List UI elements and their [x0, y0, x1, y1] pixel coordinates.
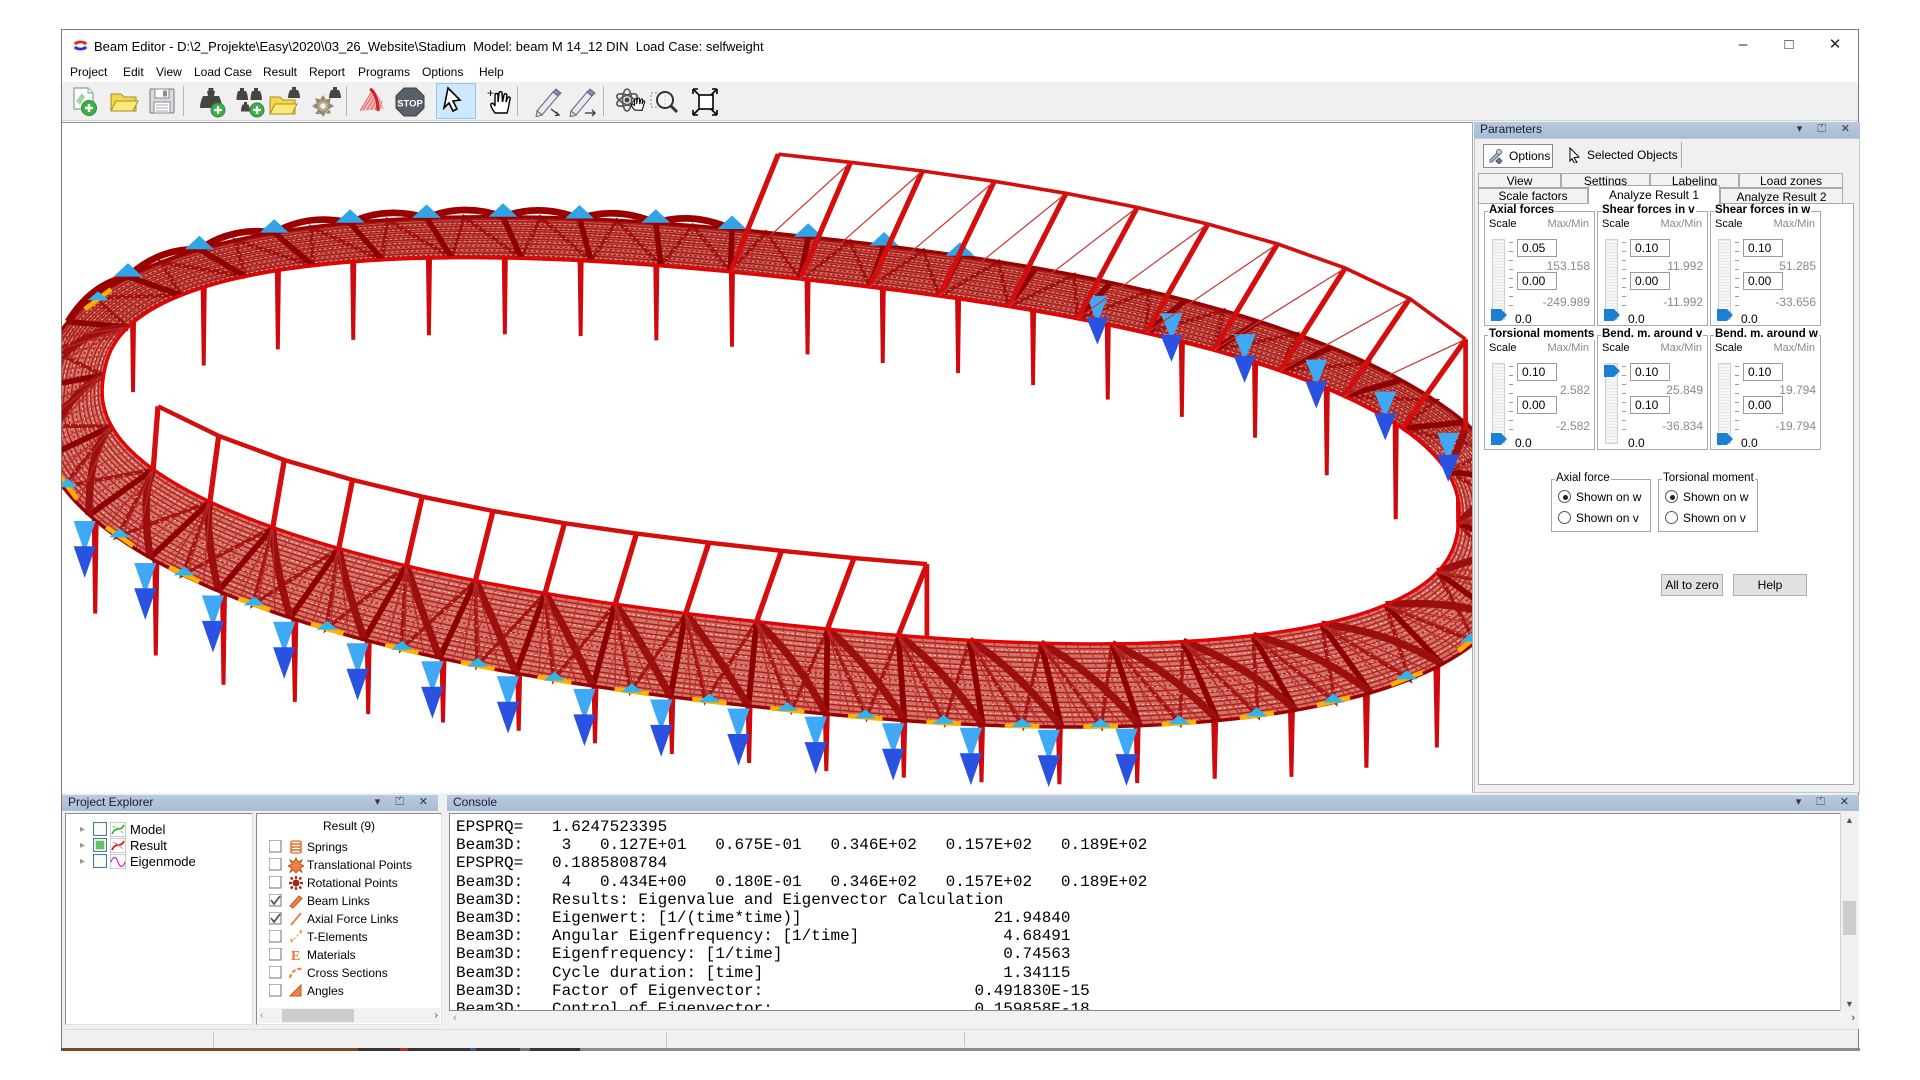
svg-text:+: + — [487, 86, 494, 100]
svg-text:STOP: STOP — [397, 99, 423, 110]
svg-text:E: E — [291, 949, 300, 963]
